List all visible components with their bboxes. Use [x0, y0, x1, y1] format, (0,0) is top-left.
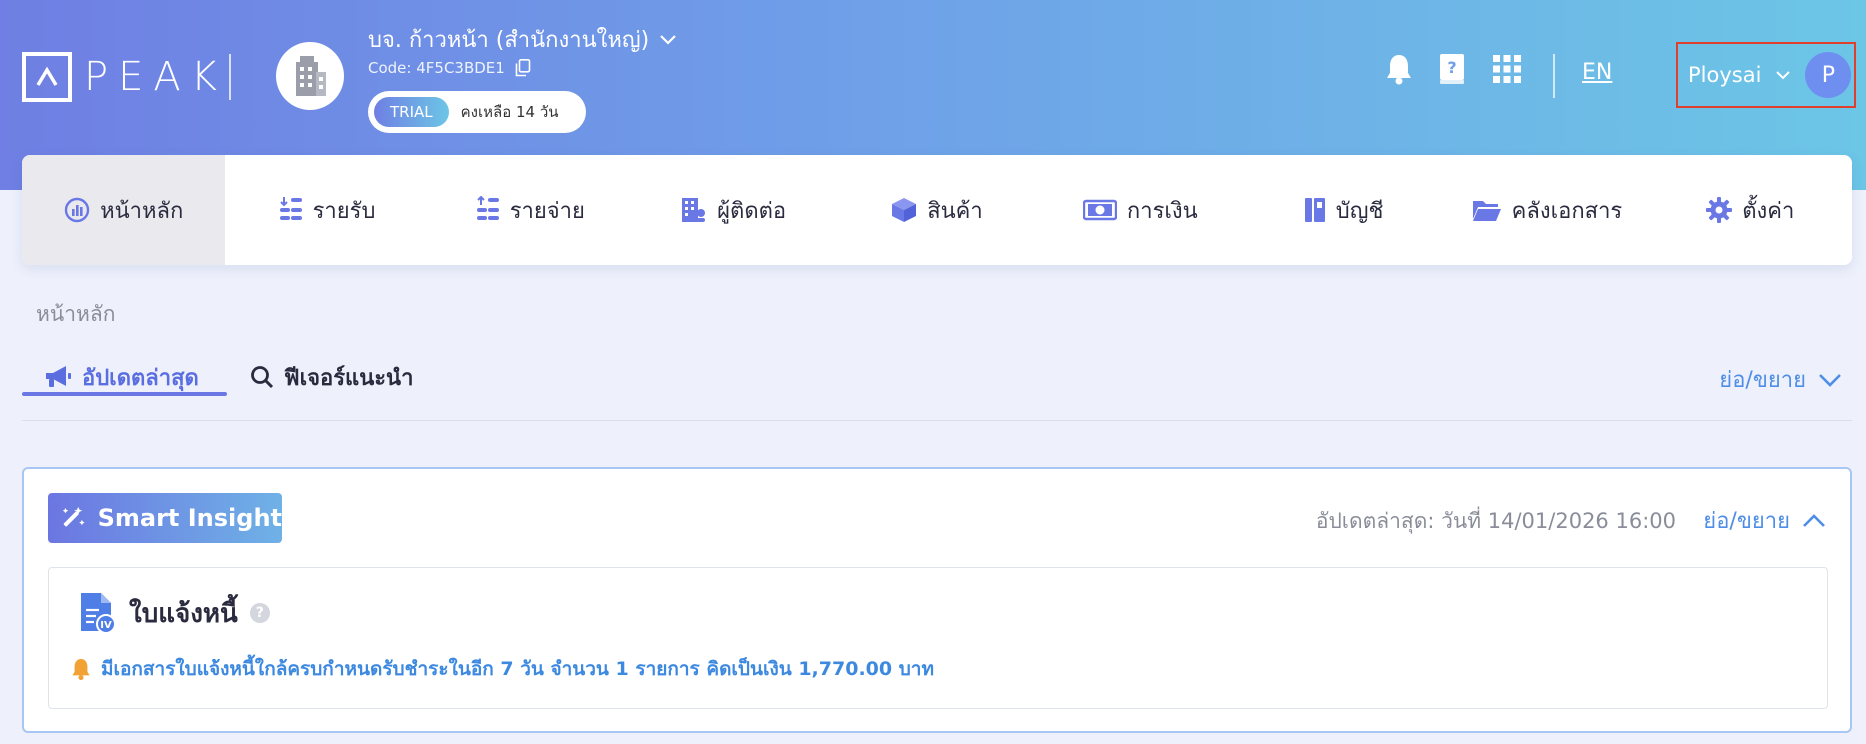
nav-item-label: บัญชี — [1335, 198, 1384, 224]
nav-item-products[interactable]: สินค้า — [835, 155, 1038, 265]
smart-insight-label: Smart Insight — [97, 504, 282, 532]
money-icon — [1082, 199, 1117, 221]
nav-item-home[interactable]: หน้าหลัก — [22, 155, 226, 265]
collapse-toggle[interactable]: ย่อ/ขยาย — [1719, 362, 1842, 397]
header-divider — [1553, 54, 1555, 98]
collapse-label: ย่อ/ขยาย — [1703, 509, 1790, 534]
dashboard-icon — [64, 197, 90, 223]
peak-logo[interactable]: PEAK — [22, 52, 227, 102]
invoice-title: ใบแจ้งหนี้ — [129, 598, 238, 629]
invoice-title-row: IV ใบแจ้งหนี้ ? — [79, 592, 270, 634]
help-icon[interactable]: ? — [249, 603, 270, 623]
nav-item-label: หน้าหลัก — [100, 198, 184, 224]
nav-item-finance[interactable]: การเงิน — [1039, 155, 1242, 265]
trial-badge: TRIAL — [374, 97, 449, 127]
chevron-down-icon — [1776, 71, 1791, 80]
help-book-icon[interactable]: ? — [1435, 52, 1469, 86]
nav-item-label: การเงิน — [1126, 198, 1198, 224]
main-nav: หน้าหลัก รายรับ รายจ่าย ผู้ติดต่อ สินค้า… — [22, 155, 1852, 265]
copy-icon[interactable] — [515, 59, 531, 77]
user-menu[interactable]: Ploysai P — [1676, 42, 1856, 108]
tab-label: ฟีเจอร์แนะนำ — [284, 365, 414, 391]
chevron-down-icon — [660, 34, 676, 45]
tab-recommended-features[interactable]: ฟีเจอร์แนะนำ — [250, 358, 413, 396]
nav-item-settings[interactable]: ตั้งค่า — [1649, 155, 1852, 265]
nav-item-label: ตั้งค่า — [1742, 198, 1795, 224]
nav-item-contacts[interactable]: ผู้ติดต่อ — [632, 155, 835, 265]
nav-item-label: รายจ่าย — [509, 198, 585, 224]
smart-insight-card: Smart Insight อัปเดตล่าสุด: วันที่ 14/01… — [22, 467, 1852, 733]
ledger-book-icon — [1304, 198, 1325, 222]
income-icon — [279, 197, 302, 220]
card-collapse-toggle[interactable]: ย่อ/ขยาย — [1703, 503, 1826, 538]
smart-insight-badge: Smart Insight — [48, 493, 282, 543]
company-switcher[interactable]: บจ. ก้าวหน้า (สำนักงานใหญ่) — [368, 22, 677, 57]
apps-grid-icon[interactable] — [1490, 52, 1524, 86]
product-box-icon — [892, 198, 917, 222]
invoice-alert-text: มีเอกสารใบแจ้งหนี้ใกล้ครบกำหนดรับชำระในอ… — [101, 658, 934, 680]
active-tab-indicator — [22, 392, 227, 396]
collapse-label: ย่อ/ขยาย — [1719, 368, 1806, 393]
nav-item-income[interactable]: รายรับ — [225, 155, 428, 265]
nav-item-label: สินค้า — [927, 198, 983, 224]
logo-mark-icon — [22, 52, 72, 102]
search-icon — [251, 366, 274, 389]
chevron-up-icon — [1803, 513, 1825, 527]
svg-text:IV: IV — [100, 620, 112, 631]
nav-item-documents[interactable]: คลังเอกสาร — [1445, 155, 1648, 265]
company-code-row: Code: 4F5C3BDE1 — [368, 59, 531, 77]
user-name: Ploysai — [1688, 63, 1762, 87]
invoice-alert-message[interactable]: มีเอกสารใบแจ้งหนี้ใกล้ครบกำหนดรับชำระในอ… — [71, 654, 934, 684]
chevron-down-icon — [1819, 373, 1841, 387]
invoice-insight: IV ใบแจ้งหนี้ ? มีเอกสารใบแจ้งหนี้ใกล้คร… — [48, 567, 1828, 709]
breadcrumb: หน้าหลัก — [36, 302, 116, 326]
avatar: P — [1805, 52, 1852, 98]
svg-text:?: ? — [1447, 58, 1456, 77]
tab-latest-updates[interactable]: อัปเดตล่าสุด — [44, 358, 199, 396]
last-updated: อัปเดตล่าสุด: วันที่ 14/01/2026 16:00 — [1315, 509, 1676, 533]
company-name: บจ. ก้าวหน้า (สำนักงานใหญ่) — [368, 28, 650, 53]
tabs-divider — [22, 420, 1852, 421]
contacts-icon — [682, 198, 706, 222]
invoice-document-icon: IV — [81, 593, 116, 634]
company-building-icon[interactable] — [276, 42, 344, 110]
bell-icon[interactable] — [1382, 52, 1416, 86]
nav-item-label: คลังเอกสาร — [1511, 198, 1623, 224]
tab-label: อัปเดตล่าสุด — [82, 365, 199, 391]
language-switch[interactable]: EN — [1582, 60, 1612, 85]
megaphone-icon — [46, 366, 71, 387]
nav-item-expense[interactable]: รายจ่าย — [429, 155, 632, 265]
trial-remaining: คงเหลือ 14 วัน — [460, 103, 559, 121]
logo-divider — [229, 54, 231, 100]
company-code: Code: 4F5C3BDE1 — [368, 59, 505, 77]
magic-wand-icon — [62, 507, 85, 527]
nav-item-accounting[interactable]: บัญชี — [1242, 155, 1445, 265]
nav-item-label: ผู้ติดต่อ — [717, 198, 787, 224]
trial-status: TRIAL คงเหลือ 14 วัน — [368, 91, 586, 133]
folder-icon — [1472, 201, 1501, 221]
expense-icon — [476, 196, 499, 220]
gear-icon — [1706, 197, 1733, 223]
bell-icon — [72, 659, 90, 681]
logo-text: PEAK — [84, 54, 227, 100]
nav-item-label: รายรับ — [312, 198, 376, 224]
